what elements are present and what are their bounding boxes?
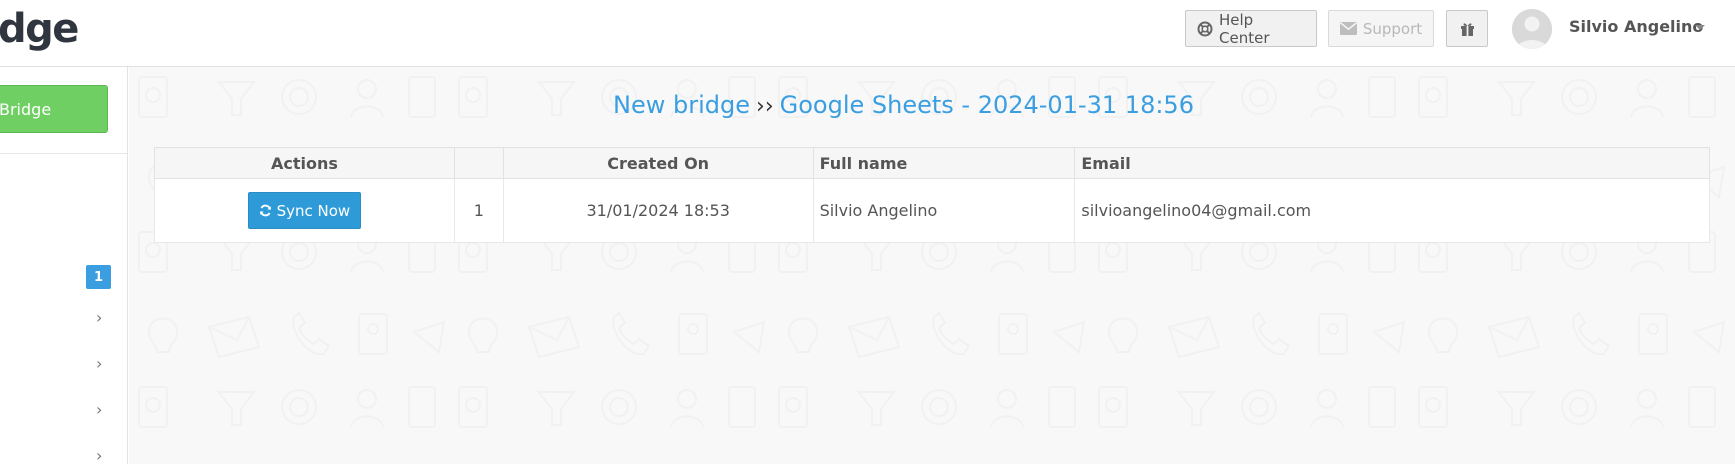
cell-index: 1 (453, 178, 504, 243)
count-badge: 1 (86, 265, 111, 289)
refresh-icon (259, 204, 271, 217)
help-center-button[interactable]: Help Center (1185, 10, 1317, 47)
cell-created-on: 31/01/2024 18:53 (502, 178, 814, 243)
chevron-down-icon[interactable] (1695, 25, 1705, 30)
top-header: dge Help Center Support Silvio Angelino (0, 0, 1735, 67)
support-button[interactable]: Support (1328, 10, 1434, 47)
column-header-created-on[interactable]: Created On (502, 147, 814, 179)
cell-actions: Sync Now (154, 178, 455, 243)
sync-now-button[interactable]: Sync Now (247, 192, 361, 229)
chevron-right-icon[interactable]: › (96, 446, 102, 465)
table-header-row: Actions Created On Full name Email (154, 147, 1710, 179)
page-title: New bridge ›› Google Sheets - 2024-01-31 1… (129, 91, 1678, 119)
table-row: Sync Now 1 31/01/2024 18:53 Silvio Angel… (154, 178, 1710, 243)
gift-button[interactable] (1446, 10, 1488, 47)
data-table: Actions Created On Full name Email Sync … (154, 147, 1710, 243)
lifebuoy-icon (1197, 21, 1213, 37)
main-content: New bridge ›› Google Sheets - 2024-01-31 1… (129, 67, 1735, 464)
brand-logo[interactable]: dge (0, 4, 79, 54)
chevron-right-icon[interactable]: › (96, 354, 102, 373)
sidebar-divider (0, 153, 128, 154)
envelope-icon (1339, 22, 1357, 35)
gift-icon (1460, 21, 1475, 36)
column-header-email[interactable]: Email (1074, 147, 1710, 179)
breadcrumb-sheet-name[interactable]: Google Sheets - 2024-01-31 18:56 (780, 91, 1194, 119)
sidebar: Bridge 1 › › › › (0, 67, 128, 465)
user-name[interactable]: Silvio Angelino (1569, 17, 1703, 36)
column-header-index[interactable] (453, 147, 504, 179)
sync-now-label: Sync Now (276, 201, 351, 220)
cell-email: silvioangelino04@gmail.com (1074, 178, 1710, 243)
breadcrumb-new-bridge[interactable]: New bridge (613, 91, 750, 119)
column-header-actions[interactable]: Actions (154, 147, 455, 179)
support-label: Support (1362, 19, 1423, 38)
breadcrumb-separator: ›› (756, 94, 774, 119)
chevron-right-icon[interactable]: › (96, 308, 102, 327)
new-bridge-button[interactable]: Bridge (0, 85, 108, 133)
help-center-label: Help Center (1219, 10, 1270, 47)
chevron-right-icon[interactable]: › (96, 400, 102, 419)
user-avatar-icon[interactable] (1512, 9, 1552, 49)
column-header-full-name[interactable]: Full name (812, 147, 1076, 179)
background-pattern (129, 67, 1735, 464)
cell-full-name: Silvio Angelino (812, 178, 1076, 243)
